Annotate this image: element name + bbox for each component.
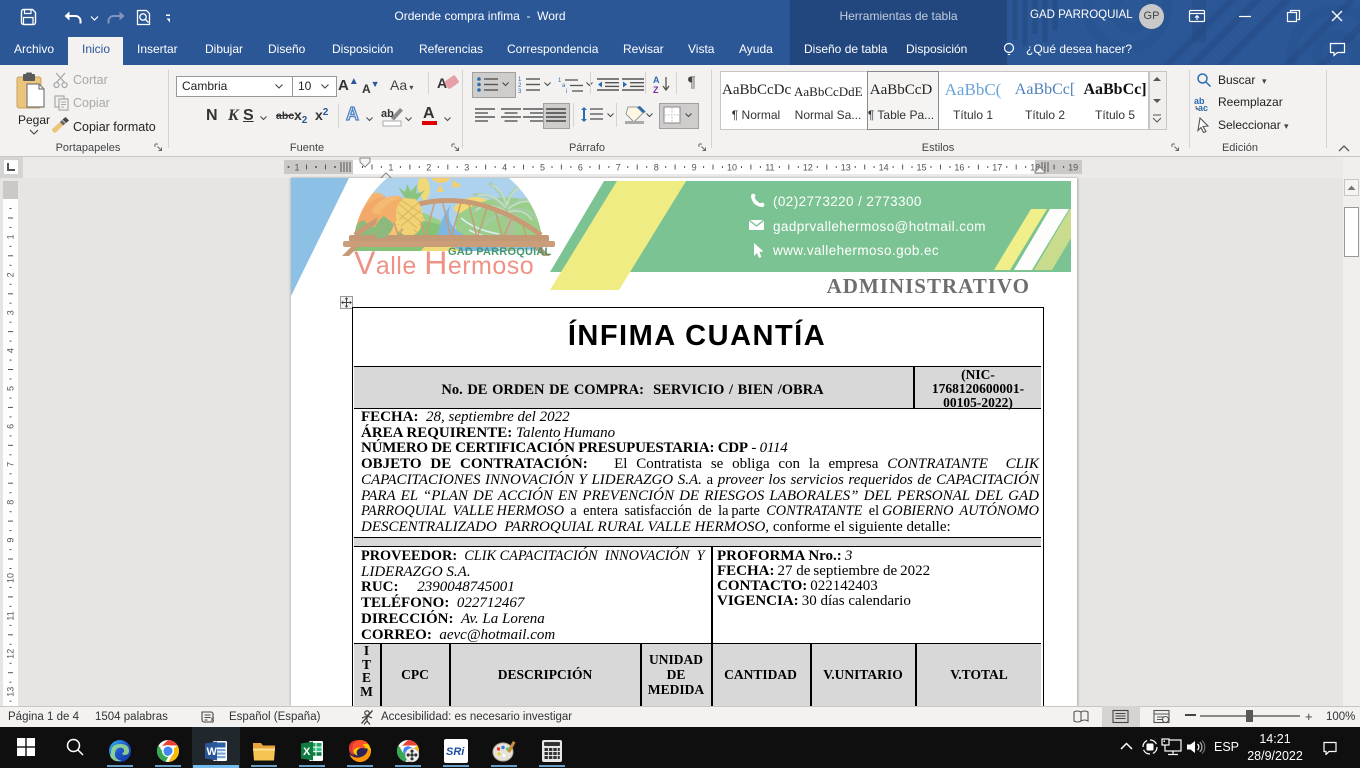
svg-text:SRi: SRi	[446, 746, 465, 758]
svg-text:2: 2	[6, 272, 16, 277]
svg-text:4: 4	[502, 163, 507, 173]
svg-text:16: 16	[954, 163, 964, 173]
svg-text:3: 3	[518, 89, 522, 93]
svg-text:ac: ac	[1198, 103, 1208, 111]
svg-text:5: 5	[540, 163, 545, 173]
svg-text:11: 11	[765, 163, 774, 173]
svg-text:3: 3	[464, 163, 469, 173]
svg-text:13: 13	[6, 687, 16, 697]
svg-text:1: 1	[6, 234, 16, 239]
svg-text:12: 12	[803, 163, 813, 173]
svg-text:12: 12	[6, 649, 16, 659]
svg-text:6: 6	[578, 163, 583, 173]
svg-text:9: 9	[6, 538, 16, 543]
svg-text:Z: Z	[653, 85, 659, 94]
svg-text:W: W	[207, 746, 218, 758]
svg-text:14: 14	[879, 163, 889, 173]
svg-text:5: 5	[6, 386, 16, 391]
svg-text:7: 7	[616, 163, 621, 173]
svg-text:4: 4	[6, 348, 16, 353]
svg-text:10: 10	[727, 163, 737, 173]
svg-text:8: 8	[654, 163, 659, 173]
svg-text:A: A	[653, 75, 660, 85]
svg-text:1: 1	[294, 163, 299, 173]
svg-text:15: 15	[916, 163, 926, 173]
svg-text:2: 2	[426, 163, 431, 173]
svg-text:3: 3	[6, 310, 16, 315]
svg-text:×: ×	[210, 715, 215, 724]
svg-text:13: 13	[841, 163, 851, 173]
svg-text:6: 6	[6, 424, 16, 429]
svg-text:19: 19	[1068, 163, 1078, 173]
svg-text:11: 11	[6, 611, 16, 620]
svg-text:X: X	[303, 746, 311, 758]
svg-text:17: 17	[992, 163, 1002, 173]
svg-text:10: 10	[6, 573, 16, 583]
svg-text:7: 7	[6, 462, 16, 467]
svg-text:9: 9	[692, 163, 697, 173]
svg-text:8: 8	[6, 500, 16, 505]
svg-text:i: i	[566, 89, 567, 93]
